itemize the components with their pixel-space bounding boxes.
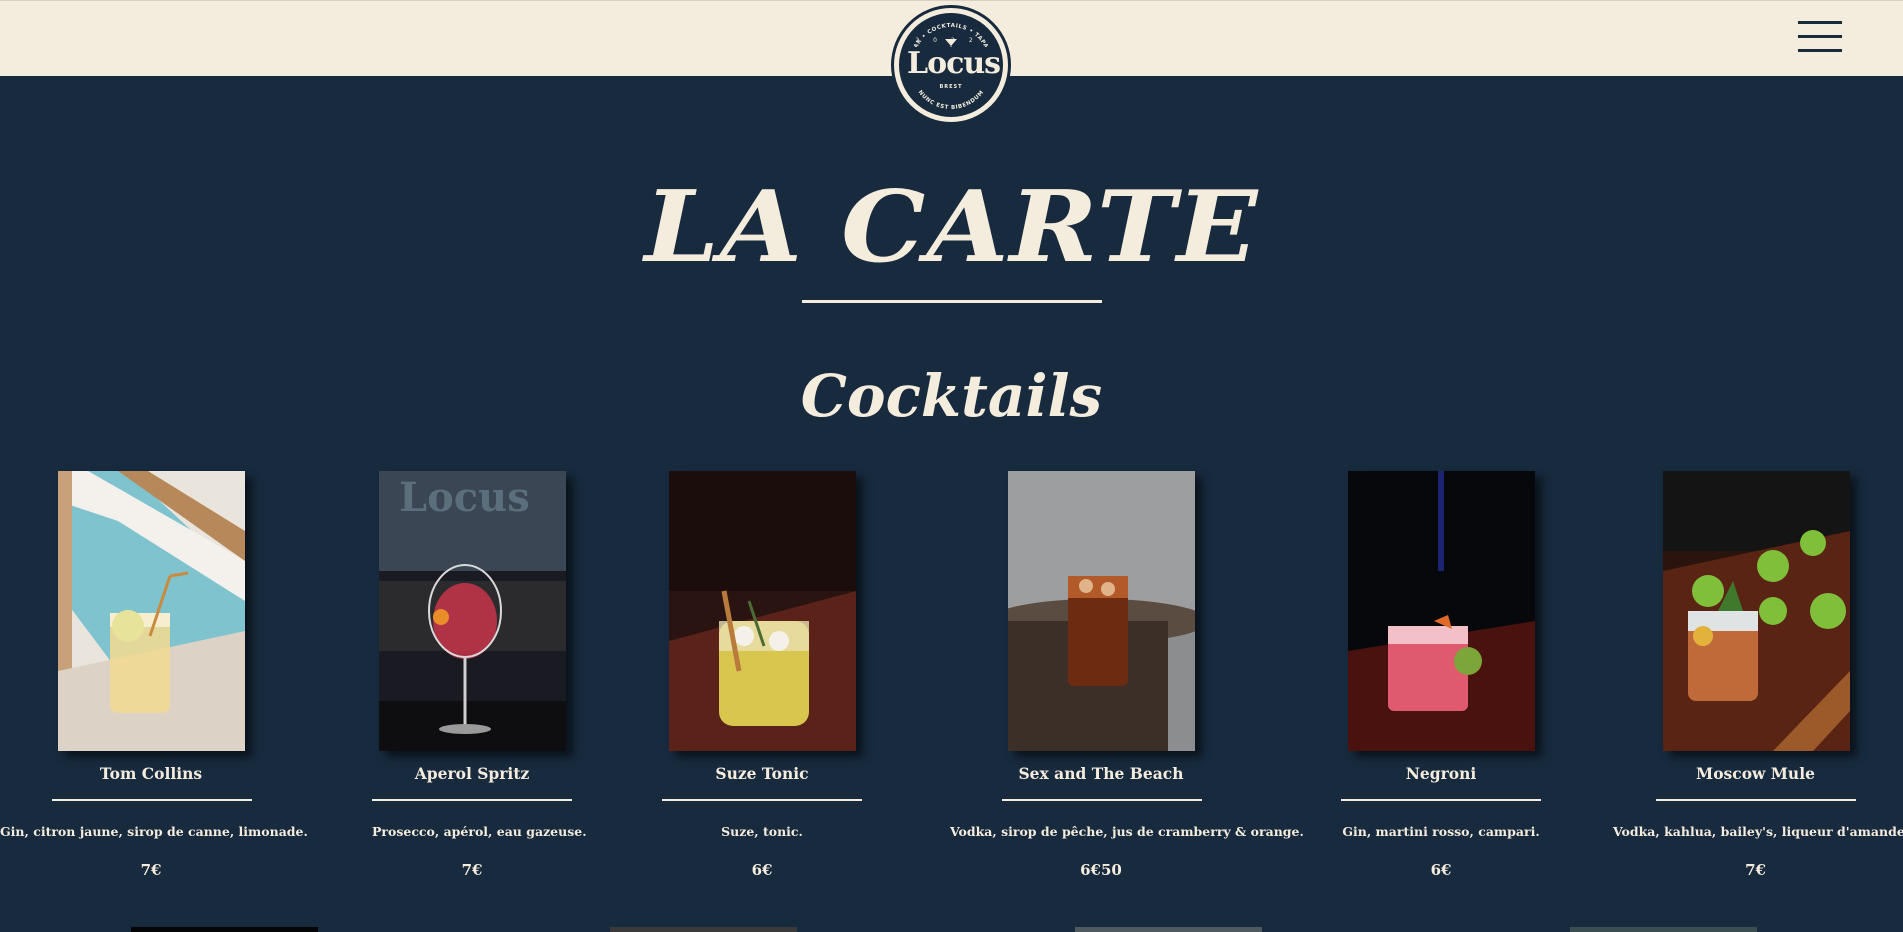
cocktail-divider — [52, 799, 252, 801]
cocktail-description: Gin, citron jaune, sirop de canne, limon… — [0, 824, 308, 839]
locus-logo[interactable]: BAR • COCKTAILS • TAPAS NUNC EST BIBENDU… — [891, 5, 1011, 125]
negroni-photo[interactable] — [1348, 471, 1535, 751]
cocktail-name: Tom Collins — [99, 764, 203, 783]
cocktail-name: Negroni — [1405, 764, 1477, 783]
svg-text:Locus: Locus — [399, 474, 530, 521]
cocktail-description: Prosecco, apérol, eau gazeuse. — [372, 824, 587, 839]
logo-badge: BAR • COCKTAILS • TAPAS NUNC EST BIBENDU… — [899, 13, 1003, 117]
svg-text:NUNC EST BIBENDUM: NUNC EST BIBENDUM — [917, 90, 986, 112]
cocktail-price: 6€50 — [1080, 861, 1122, 879]
logo-city: BREST — [939, 84, 963, 90]
cocktail-divider — [1656, 799, 1856, 801]
title-divider — [802, 300, 1102, 303]
cocktail-description: Vodka, kahlua, bailey's, liqueur d'amand… — [1613, 824, 1903, 839]
cocktail-divider — [372, 799, 572, 801]
suze-tonic-photo[interactable] — [669, 471, 856, 751]
cocktail-price: 7€ — [140, 861, 162, 879]
cocktail-price: 7€ — [1745, 861, 1766, 879]
cocktail-description: Vodka, sirop de pêche, jus de cramberry … — [950, 824, 1304, 839]
cocktail-price: 6€ — [1430, 861, 1452, 879]
next-row-photo[interactable] — [131, 927, 318, 932]
next-row-photo[interactable] — [610, 927, 797, 932]
cocktail-description: Gin, martini rosso, campari. — [1342, 824, 1540, 839]
moscow-mule-photo[interactable] — [1663, 471, 1850, 751]
section-title: Cocktails — [800, 362, 1103, 430]
tom-collins-photo[interactable] — [58, 471, 245, 751]
cocktail-name: Suze Tonic — [715, 764, 809, 783]
cocktail-divider — [1002, 799, 1202, 801]
aperol-spritz-photo[interactable]: Locus — [379, 471, 566, 751]
cocktail-name: Aperol Spritz — [414, 764, 530, 783]
page-title: LA CARTE — [644, 170, 1259, 285]
cocktail-description: Suze, tonic. — [721, 824, 803, 839]
cocktail-price: 7€ — [461, 861, 483, 879]
hamburger-menu-icon[interactable] — [1796, 19, 1844, 53]
cocktail-divider — [1341, 799, 1541, 801]
logo-wordmark: Locus — [907, 46, 1001, 81]
cocktail-name: Sex and The Beach — [1018, 764, 1184, 783]
next-row-photo[interactable] — [1075, 927, 1262, 932]
cocktail-divider — [662, 799, 862, 801]
next-row-photo[interactable] — [1570, 927, 1757, 932]
sex-and-the-beach-photo[interactable] — [1008, 471, 1195, 751]
logo-year: 2022 — [915, 37, 987, 44]
cocktail-price: 6€ — [751, 861, 773, 879]
cocktail-name: Moscow Mule — [1696, 764, 1815, 783]
